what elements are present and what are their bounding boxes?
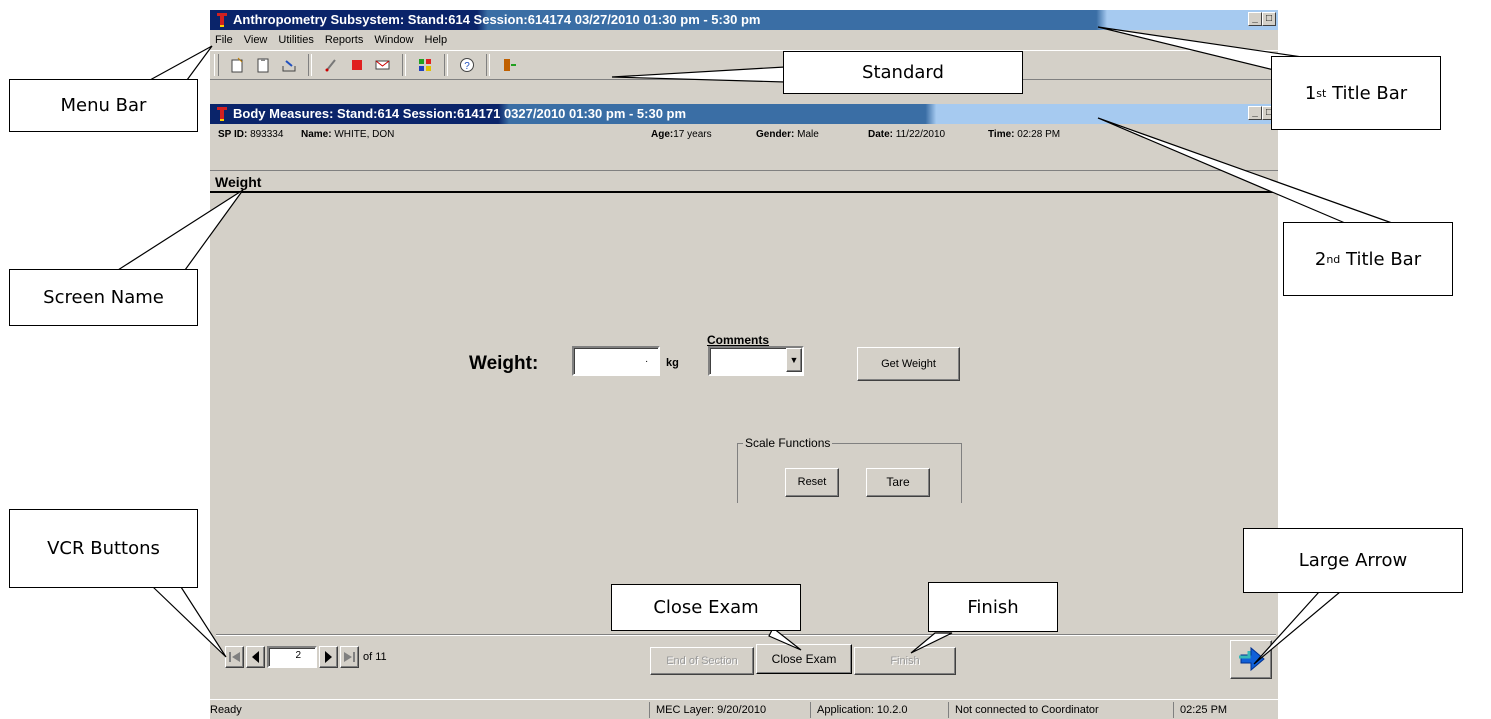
next-record-icon xyxy=(325,651,332,663)
age-field: Age:17 years xyxy=(651,129,712,140)
menu-view[interactable]: View xyxy=(239,34,274,46)
weight-label: Weight: xyxy=(469,353,539,374)
menu-bar: File View Utilities Reports Window Help xyxy=(210,30,1278,50)
callout-close-exam: Close Exam xyxy=(611,584,801,631)
close-exam-button[interactable]: Close Exam xyxy=(756,644,852,674)
menu-reports[interactable]: Reports xyxy=(320,34,370,46)
menu-utilities[interactable]: Utilities xyxy=(273,34,319,46)
page-total: of 11 xyxy=(363,651,387,663)
callout-second-title-bar: 2nd Title Bar xyxy=(1283,222,1453,296)
gender-field: Gender: Male xyxy=(756,129,819,140)
help-icon[interactable]: ? xyxy=(456,54,478,76)
exit-icon[interactable] xyxy=(498,54,520,76)
menu-help[interactable]: Help xyxy=(420,34,454,46)
envelope-icon[interactable] xyxy=(372,54,394,76)
weight-input[interactable]: . xyxy=(572,346,660,376)
status-connection: Not connected to Coordinator xyxy=(948,702,1099,718)
clipboard-icon[interactable] xyxy=(252,54,274,76)
next-arrow-icon xyxy=(1239,646,1265,672)
toolbar-separator xyxy=(402,54,406,76)
toolbar-separator xyxy=(308,54,312,76)
comments-label: Comments xyxy=(707,333,770,347)
main-title-text: Anthropometry Subsystem: Stand:614 Sessi… xyxy=(233,12,761,27)
time-field: Time: 02:28 PM xyxy=(988,129,1061,140)
toolbar-grip[interactable] xyxy=(214,54,219,76)
toolbar-separator xyxy=(486,54,490,76)
reset-button[interactable]: Reset xyxy=(785,468,839,497)
scale-functions-label: Scale Functions xyxy=(743,436,833,450)
callout-menu-bar: Menu Bar xyxy=(9,79,198,132)
new-doc-icon[interactable] xyxy=(226,54,248,76)
child-minimize-button[interactable]: _ xyxy=(1248,106,1262,120)
nav-separator xyxy=(216,634,1276,636)
status-application: Application: 10.2.0 xyxy=(810,702,908,718)
page-number-input[interactable]: 2 xyxy=(267,646,317,668)
callout-standard: Standard xyxy=(783,51,1023,94)
status-mec-layer: MEC Layer: 9/20/2010 xyxy=(649,702,766,718)
dropdown-arrow-icon[interactable]: ▼ xyxy=(786,348,802,372)
comments-select[interactable]: ▼ xyxy=(708,346,804,376)
child-logo-icon xyxy=(215,107,229,121)
end-of-section-button[interactable]: End of Section xyxy=(650,647,754,675)
sp-id-field: SP ID: 893334 xyxy=(218,129,284,140)
restore-button[interactable]: □ xyxy=(1262,12,1276,26)
patient-info-bar: SP ID: 893334 Name: WHITE, DON Age:17 ye… xyxy=(210,124,1278,146)
get-weight-button[interactable]: Get Weight xyxy=(857,347,960,381)
screen-name: Weight xyxy=(210,170,1278,193)
date-field: Date: 11/22/2010 xyxy=(868,129,946,140)
child-title-bar[interactable]: Body Measures: Stand:614 Session:614171 … xyxy=(210,104,1278,124)
tray-icon[interactable] xyxy=(278,54,300,76)
svg-text:?: ? xyxy=(464,61,470,72)
menu-window[interactable]: Window xyxy=(369,34,419,46)
previous-record-icon xyxy=(252,651,259,663)
large-arrow-button[interactable] xyxy=(1230,640,1272,679)
child-title-text: Body Measures: Stand:614 Session:614171 … xyxy=(233,106,687,121)
callout-large-arrow: Large Arrow xyxy=(1243,528,1463,593)
last-record-icon xyxy=(344,652,355,662)
menu-bar-pointer xyxy=(149,45,213,81)
callout-finish: Finish xyxy=(928,582,1058,632)
status-bar: Ready MEC Layer: 9/20/2010 Application: … xyxy=(210,699,1278,719)
first-record-icon xyxy=(229,652,240,662)
first-record-button[interactable] xyxy=(225,646,244,668)
menu-file[interactable]: File xyxy=(210,34,239,46)
stop-icon[interactable] xyxy=(346,54,368,76)
previous-record-button[interactable] xyxy=(246,646,265,668)
callout-screen-name: Screen Name xyxy=(9,269,198,326)
status-clock: 02:25 PM xyxy=(1173,702,1227,718)
next-record-button[interactable] xyxy=(319,646,338,668)
patient-name-field: Name: WHITE, DON xyxy=(301,129,395,140)
toolbar-separator xyxy=(444,54,448,76)
link-icon[interactable] xyxy=(320,54,342,76)
tare-button[interactable]: Tare xyxy=(866,468,930,497)
minimize-button[interactable]: _ xyxy=(1248,12,1262,26)
last-record-button[interactable] xyxy=(340,646,359,668)
callout-first-title-bar: 1st Title Bar xyxy=(1271,56,1441,130)
weight-unit: kg xyxy=(666,357,679,369)
status-ready: Ready xyxy=(210,704,242,716)
main-title-bar[interactable]: Anthropometry Subsystem: Stand:614 Sessi… xyxy=(210,10,1278,30)
app-logo-icon xyxy=(215,13,229,27)
standard-toolbar: ? xyxy=(210,50,1278,80)
callout-vcr-buttons: VCR Buttons xyxy=(9,509,198,588)
chart-icon[interactable] xyxy=(414,54,436,76)
finish-button[interactable]: Finish xyxy=(854,647,956,675)
